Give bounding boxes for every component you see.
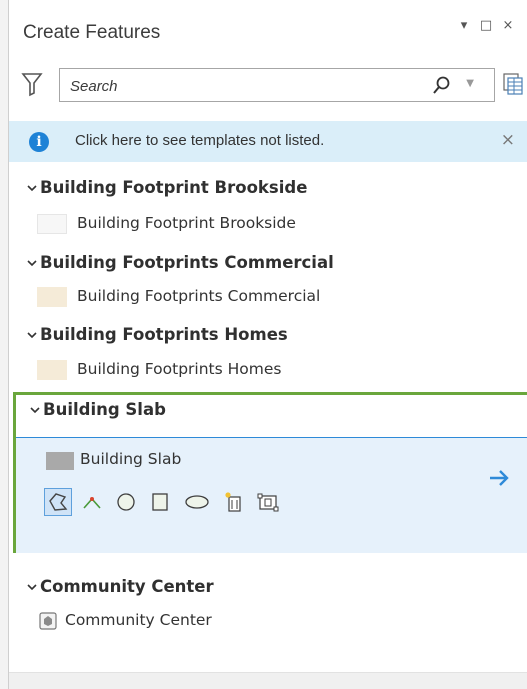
group-title: Building Footprints Homes	[40, 325, 288, 344]
symbol-swatch-icon	[39, 612, 57, 630]
rectangle-tool-icon[interactable]	[146, 488, 174, 516]
circle-tool-icon[interactable]	[112, 488, 140, 516]
group-header-building-footprints-commercial[interactable]: Building Footprints Commercial	[9, 250, 527, 278]
maximize-icon[interactable]: □	[479, 18, 493, 33]
polygon-tool-icon[interactable]	[44, 488, 72, 516]
search-box[interactable]: ▼	[59, 68, 495, 102]
arrow-right-icon[interactable]	[486, 466, 512, 490]
info-bar[interactable]: i Click here to see templates not listed…	[9, 121, 527, 162]
pane-titlebar: Create Features ▾ □ ×	[9, 10, 527, 56]
search-input[interactable]	[70, 75, 410, 97]
right-angle-line-tool-icon[interactable]	[78, 488, 106, 516]
info-icon: i	[29, 132, 49, 152]
pane-top-border	[0, 0, 527, 9]
group-header-building-footprints-homes[interactable]: Building Footprints Homes	[9, 322, 527, 350]
group-title: Building Footprint Brookside	[40, 178, 308, 197]
template-label: Building Footprints Commercial	[77, 287, 321, 305]
group-header-community-center[interactable]: Community Center	[9, 574, 527, 602]
group-header-building-footprint-brookside[interactable]: Building Footprint Brookside	[9, 175, 527, 203]
ellipse-tool-icon[interactable]	[180, 488, 214, 516]
pane-footer	[9, 672, 527, 689]
chevron-down-icon[interactable]	[27, 582, 37, 592]
search-options-chevron-icon[interactable]: ▼	[466, 78, 474, 89]
auto-complete-polygon-tool-icon[interactable]	[220, 488, 248, 516]
search-row: ▼	[9, 68, 527, 108]
search-icon[interactable]	[432, 75, 452, 95]
group-title: Community Center	[40, 577, 214, 596]
close-icon[interactable]: ×	[501, 130, 515, 150]
template-swatch	[46, 452, 74, 470]
window-controls: ▾ □ ×	[457, 18, 515, 33]
configure-templates-icon[interactable]	[503, 73, 523, 95]
filter-icon[interactable]	[21, 71, 43, 97]
template-label: Building Footprint Brookside	[77, 214, 296, 232]
selected-template-group: Building Slab Building Slab	[13, 392, 527, 553]
create-features-pane: Create Features ▾ □ × ▼	[0, 0, 527, 689]
template-label: Building Footprints Homes	[77, 360, 282, 378]
chevron-down-icon[interactable]	[27, 330, 37, 340]
group-title: Building Footprints Commercial	[40, 253, 334, 272]
template-building-footprints-homes[interactable]: Building Footprints Homes	[9, 356, 527, 384]
template-building-footprint-brookside[interactable]: Building Footprint Brookside	[9, 210, 527, 238]
group-header-building-slab[interactable]: Building Slab	[12, 397, 526, 425]
chevron-down-icon[interactable]	[27, 258, 37, 268]
template-community-center[interactable]: Community Center	[9, 607, 527, 635]
template-label: Community Center	[65, 611, 212, 629]
template-swatch	[37, 287, 67, 307]
pane-options-dropdown-icon[interactable]: ▾	[457, 18, 471, 33]
pane-left-border[interactable]	[0, 0, 9, 689]
template-label: Building Slab	[80, 450, 182, 468]
chevron-down-icon[interactable]	[30, 405, 40, 415]
info-message[interactable]: Click here to see templates not listed.	[75, 132, 324, 149]
group-title: Building Slab	[43, 400, 166, 419]
pane-title: Create Features	[23, 22, 161, 43]
chevron-down-icon[interactable]	[27, 183, 37, 193]
template-building-footprints-commercial[interactable]: Building Footprints Commercial	[9, 283, 527, 311]
footprint-tool-icon[interactable]	[254, 488, 282, 516]
template-swatch	[37, 360, 67, 380]
template-swatch	[37, 214, 67, 234]
template-building-slab[interactable]: Building Slab	[16, 438, 527, 553]
close-icon[interactable]: ×	[501, 18, 515, 33]
